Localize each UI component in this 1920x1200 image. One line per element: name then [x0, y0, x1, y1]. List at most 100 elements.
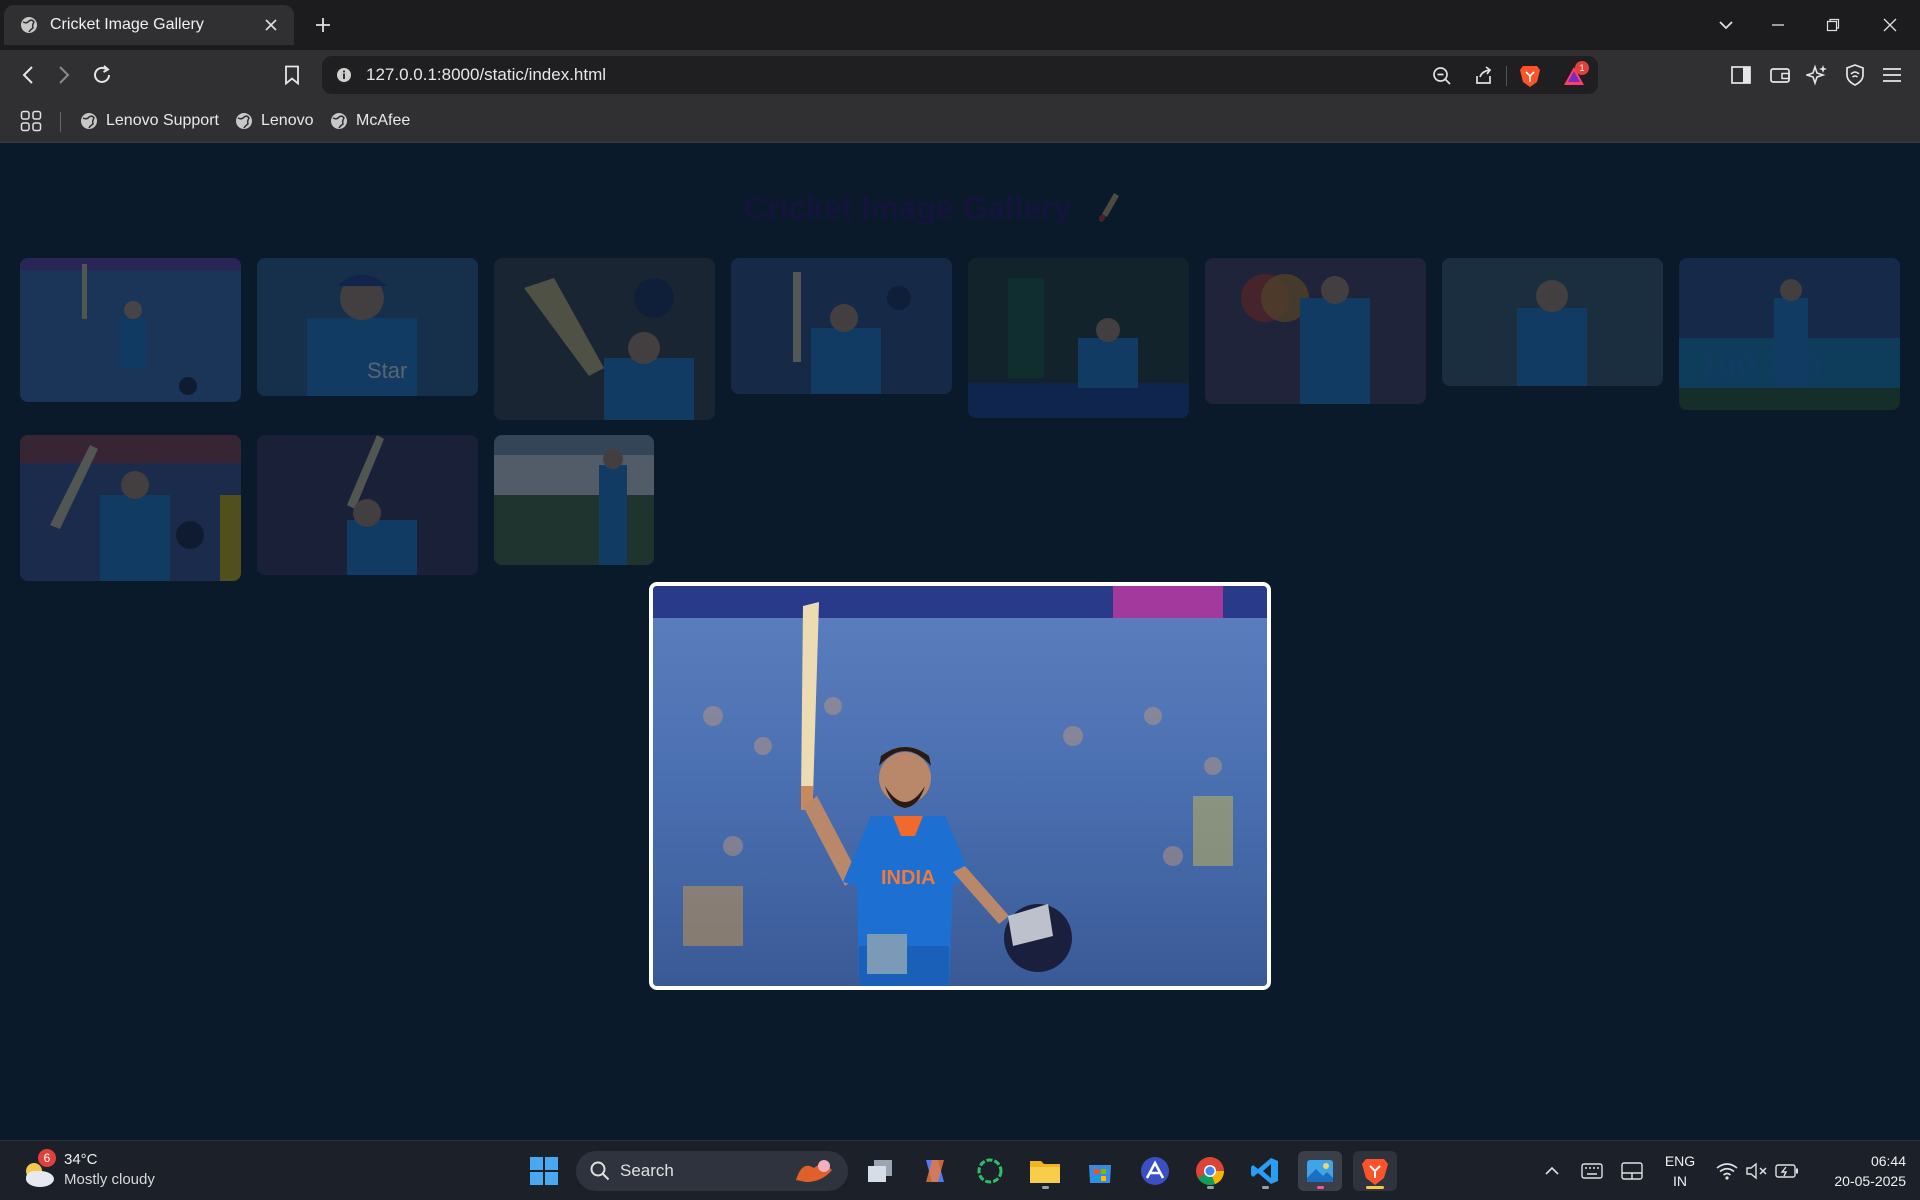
copilot-icon [926, 1160, 944, 1182]
active-tab[interactable]: Cricket Image Gallery [4, 5, 294, 45]
photos-app[interactable] [1298, 1151, 1342, 1191]
back-icon[interactable] [14, 61, 42, 89]
running-indicator [1207, 1186, 1214, 1189]
minimize-icon[interactable] [1764, 12, 1792, 38]
page-title-text: Cricket Image Gallery [743, 190, 1072, 226]
menu-icon[interactable] [1878, 61, 1906, 89]
input-language[interactable]: ENG IN [1660, 1151, 1700, 1191]
running-indicator [1042, 1186, 1049, 1189]
leo-ai-icon[interactable] [1803, 61, 1831, 89]
task-view-button[interactable] [858, 1151, 902, 1191]
taskbar-search[interactable]: Search [576, 1151, 848, 1191]
system-clock[interactable]: 06:44 20-05-2025 [1810, 1151, 1906, 1191]
vscode-icon [1251, 1158, 1278, 1184]
gallery-thumbnail-11[interactable] [494, 435, 654, 565]
new-tab-icon[interactable] [312, 14, 334, 36]
browser-tab-strip: Cricket Image Gallery [0, 0, 1920, 50]
brave-rewards-icon[interactable]: 1 [1562, 61, 1589, 88]
running-indicator [1262, 1186, 1269, 1189]
search-highlight-icon [796, 1160, 832, 1182]
search-label: Search [620, 1161, 674, 1180]
touchpad-icon[interactable] [1620, 1159, 1644, 1183]
brave-app[interactable] [1353, 1151, 1397, 1191]
tab-title: Cricket Image Gallery [50, 16, 204, 33]
bookmark-label: McAfee [356, 112, 411, 129]
gallery-thumbnail-2[interactable]: Star [257, 258, 478, 396]
weather-badge: 6 [38, 1149, 56, 1167]
rewards-badge: 1 [1575, 61, 1589, 75]
bookmarks-bar: Lenovo Support Lenovo McAfee [0, 100, 1920, 143]
temperature: 34°C [64, 1151, 98, 1168]
bookmark-mcafee[interactable]: McAfee [330, 108, 410, 134]
tab-close-icon[interactable] [260, 14, 282, 36]
photos-icon [1307, 1160, 1333, 1182]
gallery-thumbnail-5[interactable] [968, 258, 1189, 418]
folder-icon [1030, 1161, 1060, 1183]
globe-icon [81, 113, 97, 129]
close-window-icon[interactable] [1876, 12, 1904, 38]
vscode-app[interactable] [1243, 1151, 1287, 1191]
gallery-thumbnail-4[interactable] [731, 258, 952, 394]
arc-app[interactable] [1133, 1151, 1177, 1191]
gallery-thumbnail-3[interactable] [494, 258, 715, 420]
gallery-thumbnail-9[interactable] [20, 435, 241, 581]
bookmark-label: Lenovo [261, 112, 314, 129]
browser-toolbar: 127.0.0.1:8000/static/index.html 1 [0, 50, 1920, 100]
weather-widget[interactable]: 6 34°C Mostly cloudy [22, 1149, 182, 1193]
bookmark-lenovo[interactable]: Lenovo [235, 108, 314, 134]
running-indicator [1317, 1186, 1324, 1189]
chrome-icon [1196, 1157, 1224, 1186]
clock-time: 06:44 [1870, 1153, 1906, 1169]
gallery-thumbnail-1[interactable] [20, 258, 241, 402]
task-view-icon [868, 1160, 892, 1182]
vpn-shield-icon[interactable] [1841, 61, 1869, 89]
gallery-thumbnail-10[interactable] [257, 435, 478, 575]
arc-icon [1141, 1157, 1169, 1185]
wallet-icon[interactable] [1766, 61, 1794, 89]
volume-muted-icon[interactable] [1745, 1159, 1769, 1183]
share-icon[interactable] [1472, 64, 1496, 88]
file-explorer-app[interactable] [1023, 1151, 1067, 1191]
store-icon [1089, 1165, 1111, 1183]
brave-icon [1362, 1159, 1388, 1185]
globe-icon [21, 17, 37, 33]
bookmark-icon[interactable] [278, 61, 306, 89]
bookmark-lenovo-support[interactable]: Lenovo Support [80, 108, 219, 134]
windows-logo-icon [530, 1157, 558, 1185]
green-ring-icon [977, 1158, 1003, 1184]
lightbox-image[interactable]: INDIA [649, 582, 1271, 990]
address-bar[interactable]: 127.0.0.1:8000/static/index.html 1 [322, 56, 1598, 94]
clock-date: 20-05-2025 [1834, 1173, 1906, 1189]
gallery-thumbnail-7[interactable] [1442, 258, 1663, 386]
forward-icon[interactable] [50, 61, 78, 89]
tab-search-chevron-icon[interactable] [1712, 12, 1740, 38]
start-button[interactable] [522, 1151, 566, 1191]
sidebar-icon[interactable] [1727, 61, 1755, 89]
gallery-thumbnail-8[interactable]: 100 100 [1679, 258, 1900, 410]
microsoft-store-app[interactable] [1078, 1151, 1122, 1191]
copilot-app[interactable] [913, 1151, 957, 1191]
apps-grid-icon[interactable] [20, 108, 42, 134]
reload-icon[interactable] [88, 61, 116, 89]
wifi-icon[interactable] [1715, 1159, 1739, 1183]
search-icon [590, 1161, 610, 1181]
windows-taskbar: 6 34°C Mostly cloudy Search ENG IN 06:44… [0, 1140, 1920, 1200]
globe-icon [331, 113, 347, 129]
keyboard-icon[interactable] [1580, 1159, 1604, 1183]
gallery-thumbnail-6[interactable] [1205, 258, 1426, 404]
zoom-out-icon[interactable] [1430, 64, 1454, 88]
cricket-bat-icon [1099, 193, 1120, 222]
brave-shields-icon[interactable] [1518, 64, 1542, 88]
circle-app[interactable] [968, 1151, 1012, 1191]
site-info-icon[interactable] [336, 67, 352, 83]
chrome-app[interactable] [1188, 1151, 1232, 1191]
running-indicator [1366, 1186, 1384, 1189]
restore-icon[interactable] [1819, 12, 1847, 38]
lang-region: IN [1673, 1173, 1687, 1189]
weather-condition: Mostly cloudy [64, 1171, 155, 1188]
url-text: 127.0.0.1:8000/static/index.html [366, 65, 607, 84]
show-hidden-icons-chevron-icon[interactable] [1540, 1159, 1564, 1183]
lang-code: ENG [1664, 1153, 1696, 1169]
battery-charging-icon[interactable] [1775, 1159, 1799, 1183]
svg-text:Star: Star [367, 358, 407, 383]
